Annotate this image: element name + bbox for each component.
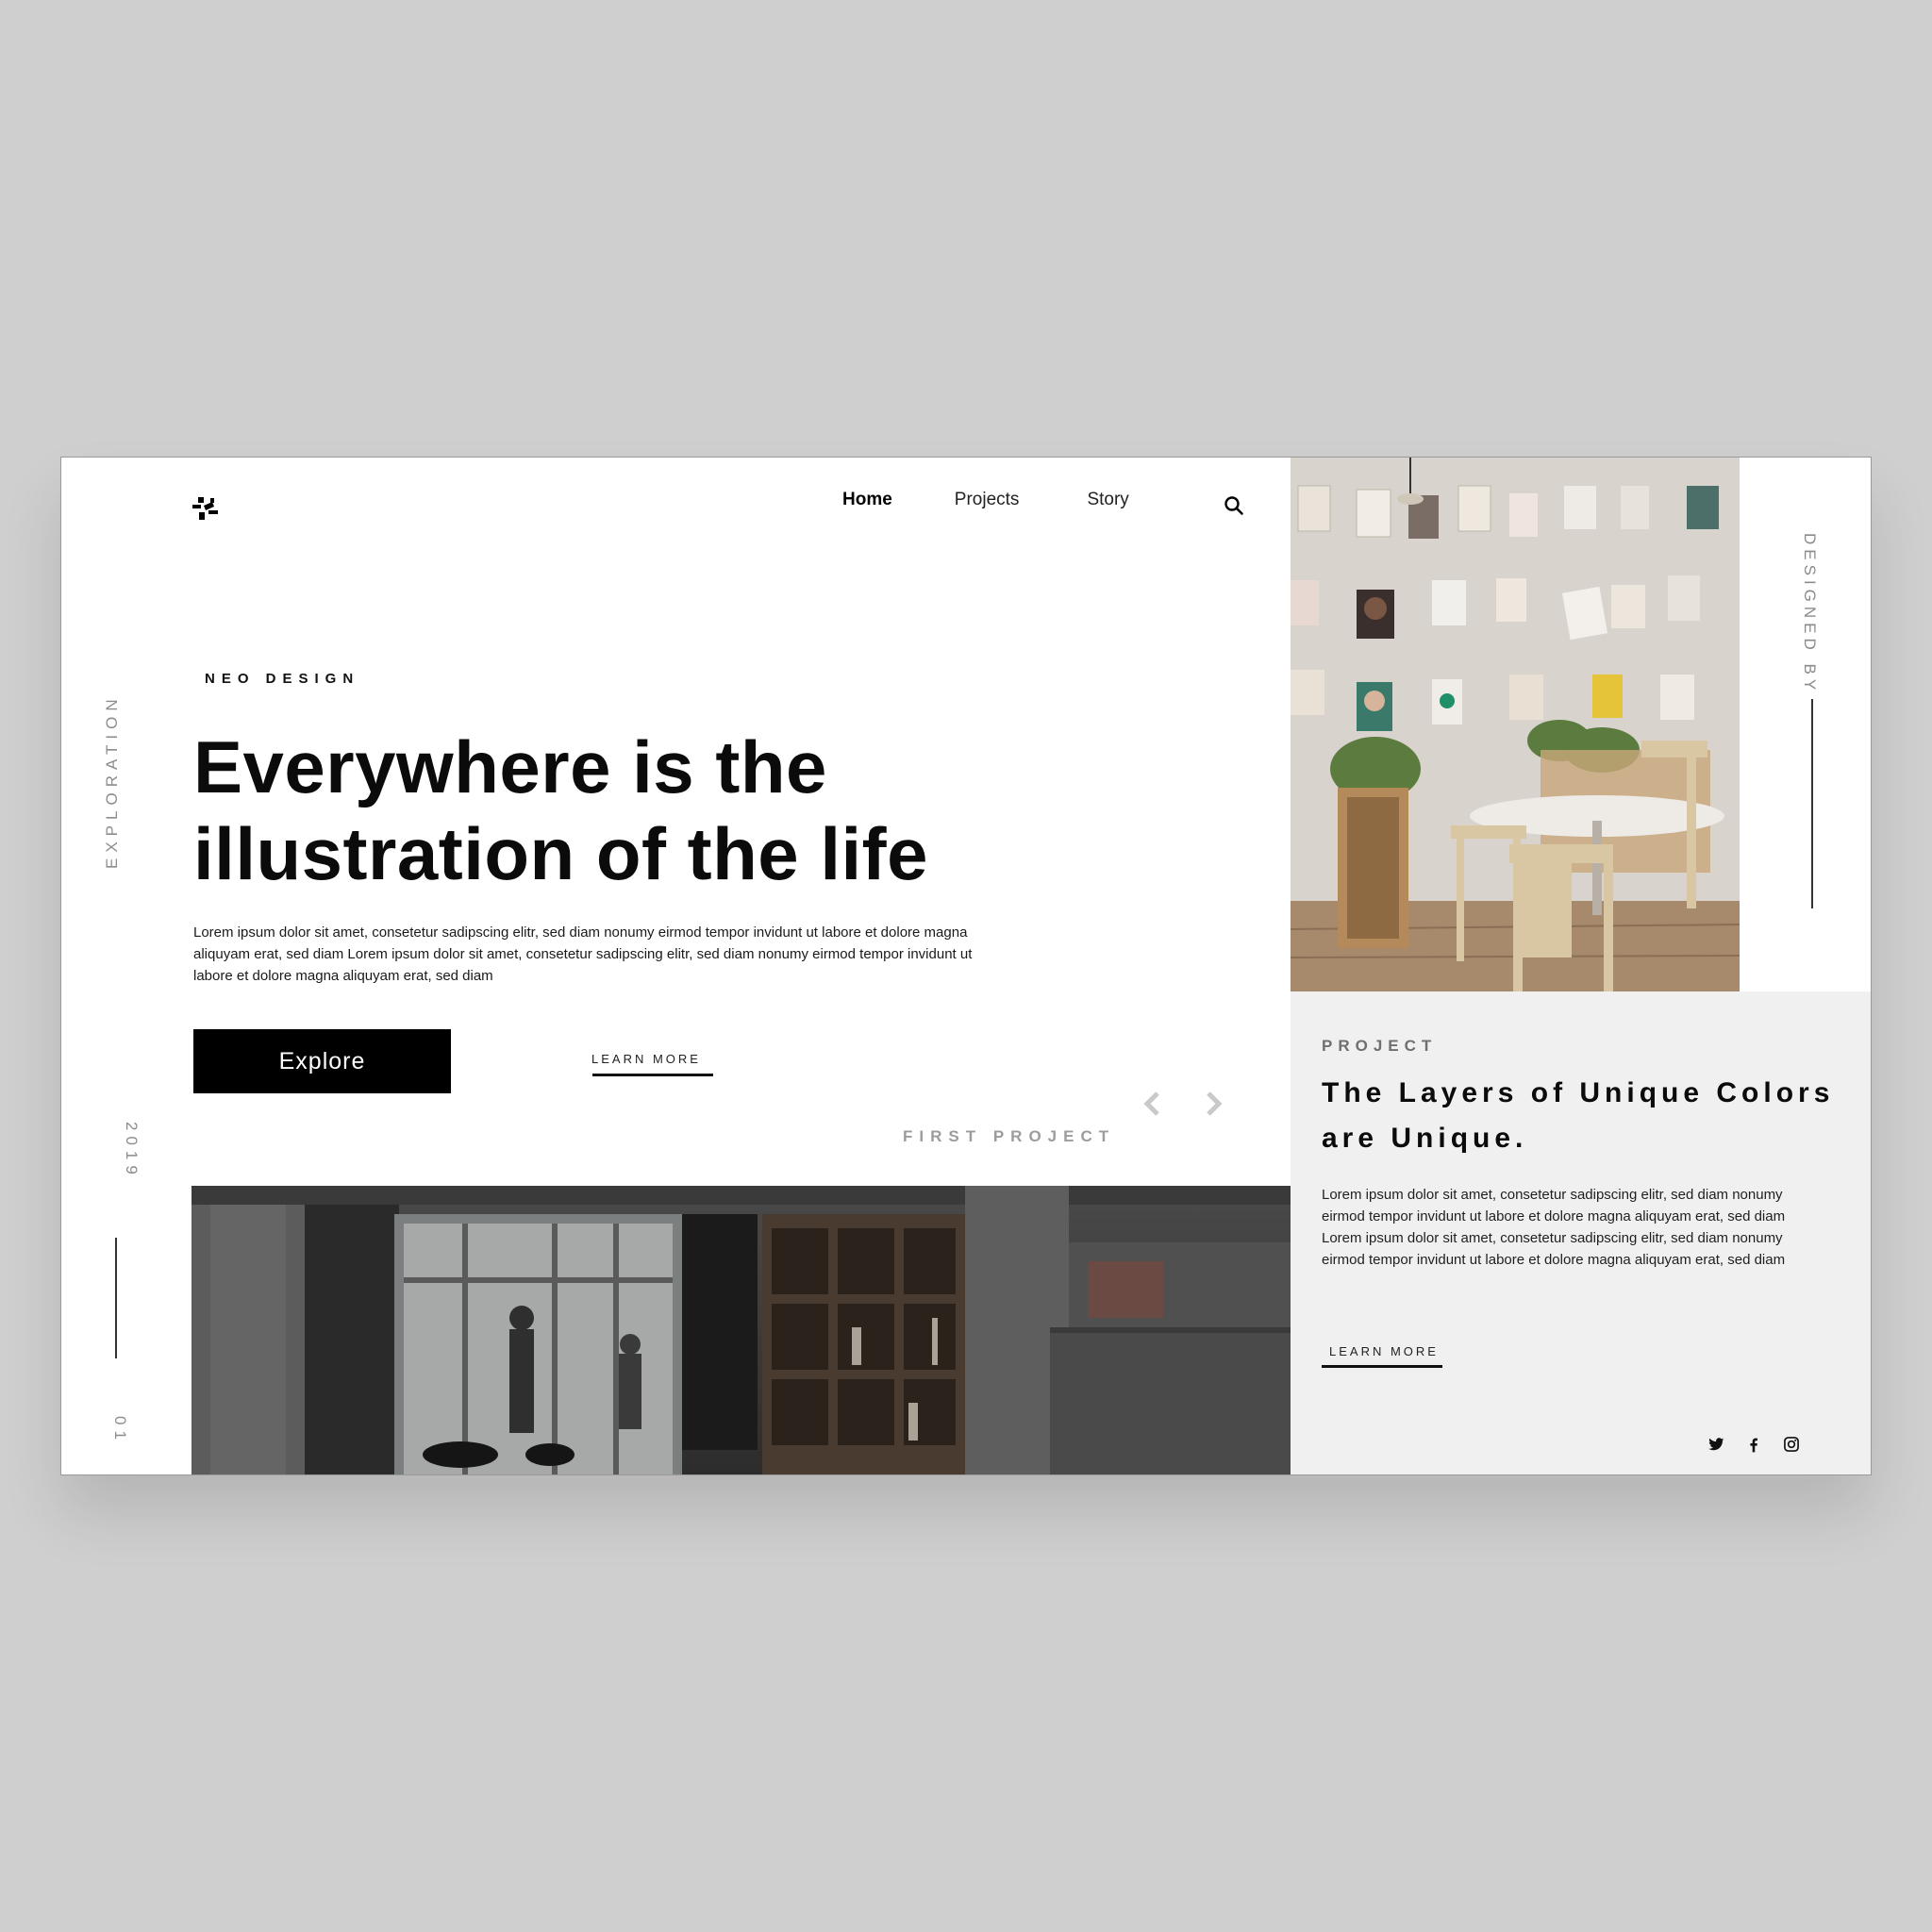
project-panel: PROJECT The Layers of Unique Colors are …: [1291, 991, 1871, 1474]
studio-photo: [1291, 458, 1740, 991]
logo-icon[interactable]: [190, 491, 222, 524]
project-learn-more-underline: [1322, 1365, 1442, 1368]
project-label: PROJECT: [1322, 1037, 1438, 1055]
rail-divider: [115, 1238, 117, 1358]
nav-home[interactable]: Home: [842, 490, 892, 510]
hero-title: Everywhere is the illustration of the li…: [193, 724, 1042, 897]
project-title: The Layers of Unique Colors are Unique.: [1322, 1077, 1835, 1154]
next-arrow-icon[interactable]: [1201, 1090, 1225, 1118]
rail-year: 2019: [123, 1122, 141, 1180]
search-icon[interactable]: [1224, 495, 1244, 516]
right-rail-divider: [1811, 699, 1813, 908]
project-body: Lorem ipsum dolor sit amet, consetetur s…: [1322, 1187, 1786, 1268]
twitter-icon[interactable]: [1707, 1435, 1725, 1454]
learn-more-link[interactable]: LEARN MORE: [591, 1052, 701, 1066]
first-project-label: FIRST PROJECT: [903, 1127, 1116, 1145]
hero-title-line2: illustration of the life: [193, 812, 929, 895]
nav-story[interactable]: Story: [1087, 490, 1128, 510]
hero-title-line1: Everywhere is the: [193, 725, 827, 808]
rail-exploration: EXPLORATION: [103, 693, 121, 869]
designed-by-label: DESIGNED BY: [1801, 533, 1819, 695]
nav-projects[interactable]: Projects: [955, 490, 1020, 510]
facebook-icon[interactable]: [1744, 1435, 1763, 1454]
main-nav: Home Projects Story: [842, 490, 1129, 510]
explore-button[interactable]: Explore: [193, 1029, 451, 1093]
project-learn-more-link[interactable]: LEARN MORE: [1329, 1344, 1439, 1358]
hero-body: Lorem ipsum dolor sit amet, consetetur s…: [193, 924, 973, 984]
rail-index: 01: [111, 1416, 129, 1445]
learn-more-underline: [592, 1074, 713, 1076]
prev-arrow-icon[interactable]: [1141, 1090, 1165, 1118]
page-frame: Home Projects Story EXPLORATION 2019 01 …: [60, 457, 1872, 1475]
instagram-icon[interactable]: [1782, 1435, 1801, 1454]
interior-photo: [192, 1186, 1291, 1474]
hero-eyebrow: NEO DESIGN: [205, 671, 360, 687]
